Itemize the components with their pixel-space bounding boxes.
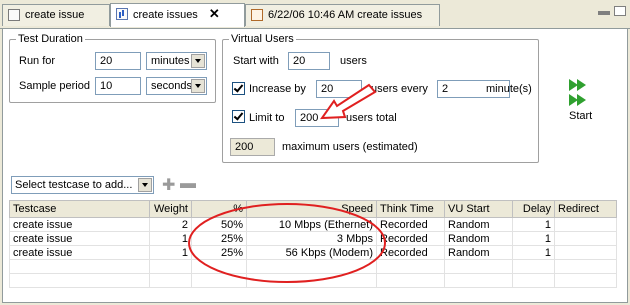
cell-speed[interactable]: 3 Mbps [246, 231, 377, 246]
testcase-table: Testcase Weight % Speed Think Time VU St… [9, 200, 617, 288]
start-with-suffix: users [340, 55, 367, 67]
column-header-vu-start[interactable]: VU Start [444, 200, 513, 218]
maximize-icon[interactable] [614, 6, 626, 16]
cell-speed[interactable]: 10 Mbps (Ethernet) [246, 217, 377, 232]
testcase-icon [8, 9, 20, 21]
sample-period-label: Sample period [19, 80, 90, 92]
column-header-redirect[interactable]: Redirect [554, 200, 617, 218]
run-for-label: Run for [19, 55, 56, 67]
group-title: Test Duration [18, 33, 83, 45]
start-with-label: Start with [233, 55, 279, 67]
cell-redirect[interactable] [554, 245, 617, 260]
column-header-speed[interactable]: Speed [246, 200, 377, 218]
play-icon [577, 79, 586, 91]
increase-by-label: Increase by [249, 83, 306, 95]
table-header: Testcase Weight % Speed Think Time VU St… [9, 200, 617, 218]
run-for-unit-select[interactable]: minutes [146, 52, 207, 70]
cell-percent: 25% [191, 231, 247, 246]
limit-to-suffix: users total [346, 112, 397, 124]
cell-vu-start[interactable]: Random [444, 245, 513, 260]
cell-redirect[interactable] [554, 217, 617, 232]
add-icon[interactable]: ✚ [162, 175, 175, 195]
minimize-icon[interactable] [598, 11, 610, 15]
select-placeholder: Select testcase to add... [15, 179, 133, 191]
column-header-think-time[interactable]: Think Time [376, 200, 445, 218]
run-for-input[interactable]: 20 [95, 52, 141, 70]
limit-to-label: Limit to [249, 112, 285, 124]
column-header-testcase[interactable]: Testcase [9, 200, 150, 218]
minutes-suffix: minute(s) [486, 83, 532, 95]
group-title: Virtual Users [231, 33, 294, 45]
cell-delay[interactable]: 1 [512, 217, 555, 232]
increase-by-checkbox[interactable] [232, 82, 245, 95]
cell-think-time[interactable]: Recorded [376, 217, 445, 232]
cell-think-time[interactable]: Recorded [376, 231, 445, 246]
start-label: Start [569, 110, 593, 122]
cell-testcase: create issue [9, 245, 150, 260]
report-icon [251, 9, 263, 21]
cell-delay[interactable]: 1 [512, 245, 555, 260]
cell-think-time[interactable]: Recorded [376, 245, 445, 260]
cell-delay[interactable]: 1 [512, 231, 555, 246]
cell-weight[interactable]: 1 [149, 231, 192, 246]
cell-vu-start[interactable]: Random [444, 231, 513, 246]
cell-redirect[interactable] [554, 231, 617, 246]
users-every-label: users every [371, 83, 428, 95]
max-users-readout: 200 [230, 138, 275, 156]
cell-weight[interactable]: 2 [149, 217, 192, 232]
tab-create-issue[interactable]: create issue [2, 4, 110, 26]
start-button[interactable]: Start [565, 48, 601, 122]
chevron-down-icon[interactable] [191, 79, 205, 93]
select-value: minutes [151, 55, 190, 67]
cell-vu-start[interactable]: Random [444, 217, 513, 232]
cell-testcase: create issue [9, 231, 150, 246]
increase-by-input[interactable]: 20 [316, 80, 362, 98]
tab-report[interactable]: 6/22/06 10:46 AM create issues [245, 4, 440, 26]
cell-speed[interactable]: 56 Kbps (Modem) [246, 245, 377, 260]
cell-percent: 25% [191, 245, 247, 260]
tab-label: 6/22/06 10:46 AM create issues [268, 9, 423, 21]
column-header-delay[interactable]: Delay [512, 200, 555, 218]
cell-weight[interactable]: 1 [149, 245, 192, 260]
remove-icon[interactable]: ▬ [180, 175, 196, 193]
start-with-input[interactable]: 20 [288, 52, 330, 70]
limit-to-input[interactable]: 200 [295, 109, 339, 127]
cell-testcase: create issue [9, 217, 150, 232]
play-icon [577, 94, 586, 106]
column-header-percent[interactable]: % [191, 200, 247, 218]
select-value: seconds [151, 80, 192, 92]
table-row-empty [9, 259, 617, 274]
tab-create-issues[interactable]: create issues ✕ [110, 3, 245, 27]
sample-period-unit-select[interactable]: seconds [146, 77, 207, 95]
chevron-down-icon[interactable] [138, 178, 152, 192]
column-header-weight[interactable]: Weight [149, 200, 192, 218]
testcase-select[interactable]: Select testcase to add... [11, 176, 154, 194]
table-row-empty [9, 273, 617, 288]
table-row[interactable]: create issue 1 25% 3 Mbps Recorded Rando… [9, 231, 617, 246]
chevron-down-icon[interactable] [191, 54, 205, 68]
close-icon[interactable]: ✕ [209, 4, 220, 24]
table-row[interactable]: create issue 1 25% 56 Kbps (Modem) Recor… [9, 245, 617, 260]
sample-period-input[interactable]: 10 [95, 77, 141, 95]
limit-to-checkbox[interactable] [232, 110, 245, 123]
cell-percent: 50% [191, 217, 247, 232]
schedule-icon [116, 8, 128, 20]
tab-label: create issue [25, 9, 85, 21]
table-row[interactable]: create issue 2 50% 10 Mbps (Ethernet) Re… [9, 217, 617, 232]
max-users-label: maximum users (estimated) [282, 141, 418, 153]
tab-label: create issues [133, 9, 198, 21]
